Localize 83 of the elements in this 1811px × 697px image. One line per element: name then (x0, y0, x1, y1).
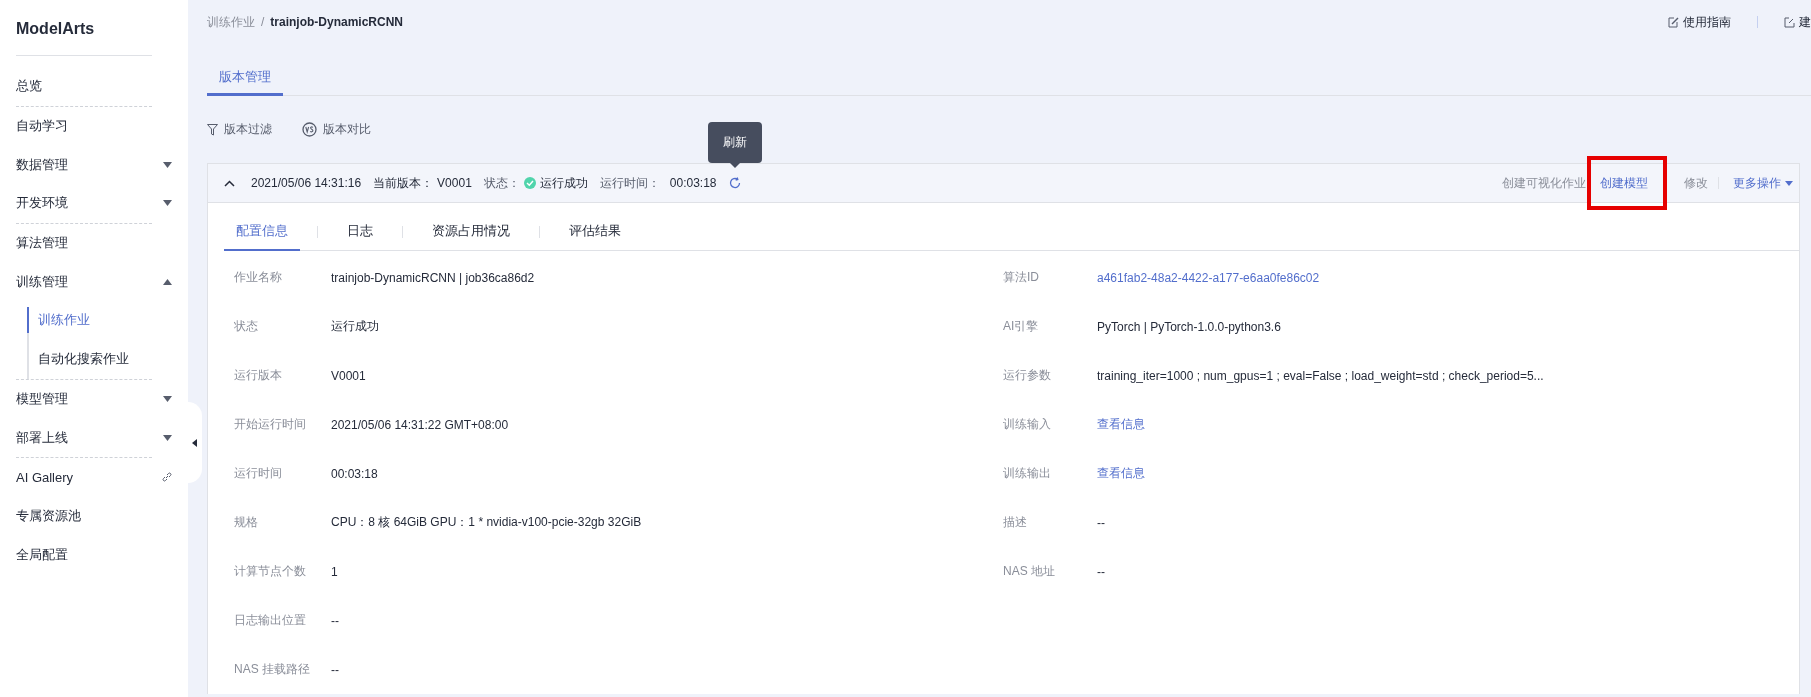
sidebar-item[interactable]: 模型管理 (16, 379, 172, 419)
sidebar-item[interactable]: 总览 (16, 67, 172, 106)
version-value: V0001 (437, 176, 472, 190)
sidebar-item[interactable]: 数据管理 (16, 145, 172, 185)
success-icon (523, 177, 536, 189)
field-label: NAS 地址 (1003, 563, 1056, 580)
field-value: -- (331, 662, 340, 677)
collapse-icon (192, 438, 197, 447)
collapse-handle[interactable] (188, 402, 202, 483)
field-label: 规格 (234, 514, 259, 531)
field-label: 运行参数 (1003, 367, 1052, 384)
toolbar-button-label: 版本过滤 (224, 121, 272, 138)
edit-icon (1668, 16, 1679, 28)
detail-tab[interactable]: 配置信息 (224, 213, 300, 251)
toolbar-button-label: 版本对比 (323, 121, 371, 138)
field-label: 描述 (1003, 514, 1028, 531)
detail-tab[interactable]: 日志 (335, 213, 385, 251)
chevron-icon[interactable] (224, 179, 235, 187)
sidebar-subitem[interactable]: 自动化搜索作业 (27, 339, 172, 379)
field-label: AI引擎 (1003, 318, 1040, 335)
field-label: 计算节点个数 (234, 563, 307, 580)
more-actions-menu[interactable]: 更多操作 (1733, 174, 1793, 192)
external-link-icon (1784, 16, 1795, 28)
field-value: PyTorch | PyTorch-1.0.0-python3.6 (1097, 319, 1282, 334)
header-link[interactable]: 建 (1784, 13, 1811, 31)
sidebar-item[interactable]: 算法管理 (16, 223, 172, 263)
field-link[interactable]: 查看信息 (1097, 465, 1799, 482)
status-label: 状态： (483, 174, 520, 192)
action-link[interactable]: 创建模型 (1600, 174, 1648, 192)
field-value: -- (1097, 515, 1106, 530)
status-value: 运行成功 (539, 174, 588, 192)
link-icon (162, 472, 172, 483)
field-value: 00:03:18 (331, 466, 379, 481)
field-value: -- (331, 613, 340, 628)
detail-tab[interactable]: 评估结果 (557, 213, 633, 251)
field-label: NAS 挂载路径 (234, 661, 311, 678)
field-label: 运行时间 (234, 465, 283, 482)
field-link[interactable]: 查看信息 (1097, 416, 1799, 433)
field-value: 1 (331, 564, 339, 579)
page-tab[interactable]: 版本管理 (207, 61, 283, 96)
field-value: V0001 (331, 368, 367, 383)
sidebar-item[interactable]: 全局配置 (16, 535, 172, 574)
field-value: CPU：8 核 64GiB GPU：1 * nvidia-v100-pcie-32gb 32GiB (331, 514, 643, 531)
field-link[interactable]: a461fab2-48a2-4422-a177-e6aa0fe86c02 (1097, 270, 1799, 285)
field-value: 运行成功 (331, 318, 380, 335)
header-link[interactable]: 使用指南 (1668, 13, 1731, 31)
compare-icon (302, 122, 317, 137)
field-label: 训练输出 (1003, 465, 1052, 482)
field-value: 2021/05/06 14:31:22 GMT+08:00 (331, 417, 510, 432)
runtime-label: 运行时间： (599, 174, 660, 192)
sidebar-item[interactable]: 部署上线 (16, 418, 172, 457)
tooltip: 刷新 (707, 122, 762, 163)
sidebar-item[interactable]: 开发环境 (16, 184, 172, 223)
app-logo: ModelArts (16, 0, 152, 56)
caret-icon (1785, 180, 1793, 186)
field-label: 运行版本 (234, 367, 283, 384)
sidebar-item[interactable]: AI Gallery (16, 457, 172, 497)
version-date: 2021/05/06 14:31:16 (251, 176, 362, 190)
sidebar-subitem[interactable]: 训练作业 (27, 307, 172, 334)
filter-icon (207, 123, 218, 136)
field-label: 作业名称 (234, 269, 283, 286)
tooltip-arrow (729, 163, 740, 168)
field-label: 算法ID (1003, 269, 1040, 286)
toolbar-button[interactable]: 版本对比 (302, 121, 371, 138)
field-label: 状态 (234, 318, 259, 335)
header-link-label: 使用指南 (1683, 13, 1731, 31)
field-value: trainjob-DynamicRCNN | job36ca86d2 (331, 270, 536, 285)
field-label: 日志输出位置 (234, 612, 307, 629)
field-value: training_iter=1000 ; num_gpus=1 ; eval=False ; load_weight=std ; check_period=5... (1097, 368, 1545, 383)
version-label: 当前版本： (373, 174, 434, 192)
refresh-icon[interactable] (728, 177, 741, 189)
field-label: 开始运行时间 (234, 416, 307, 433)
header-link-label: 建 (1799, 13, 1811, 31)
toolbar-button[interactable]: 版本过滤 (207, 121, 272, 138)
field-label: 训练输入 (1003, 416, 1052, 433)
breadcrumb-current: trainjob-DynamicRCNN (270, 15, 404, 29)
sidebar-item[interactable]: 自动学习 (16, 106, 172, 146)
field-value: -- (1097, 564, 1106, 579)
sidebar-item[interactable]: 训练管理 (16, 262, 172, 302)
breadcrumb-separator: / (261, 15, 265, 29)
runtime-value: 00:03:18 (669, 176, 717, 190)
detail-tab[interactable]: 资源占用情况 (420, 213, 522, 251)
sidebar-item[interactable]: 专属资源池 (16, 496, 172, 536)
